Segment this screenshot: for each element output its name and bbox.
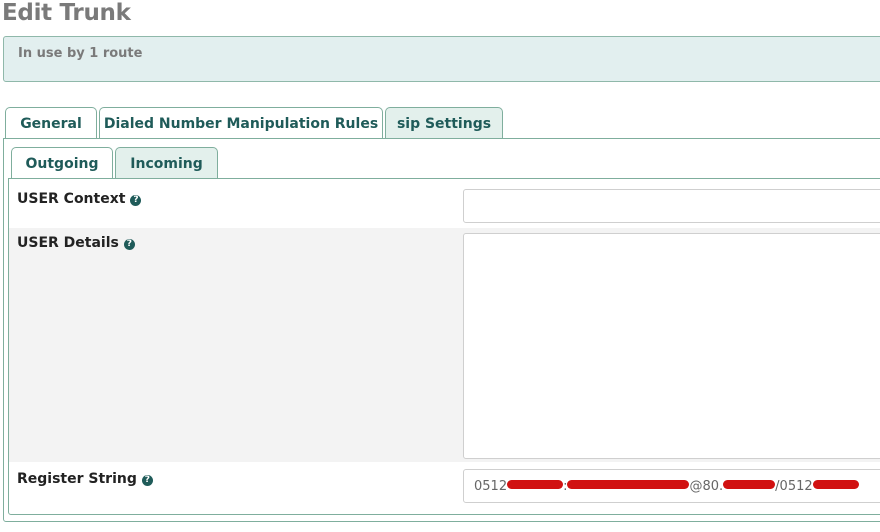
redaction-mark xyxy=(567,480,690,489)
user-context-label-wrap: USER Context? xyxy=(17,191,142,207)
user-context-input[interactable] xyxy=(463,189,880,223)
register-string-row: Register String? 0512: @80./0512 xyxy=(9,464,880,512)
register-string-part: 0512 xyxy=(474,479,508,494)
question-circle-icon[interactable]: ? xyxy=(130,195,142,206)
subtab-incoming[interactable]: Incoming xyxy=(115,147,218,179)
subtab-outgoing[interactable]: Outgoing xyxy=(11,147,113,179)
register-string-label: Register String xyxy=(17,471,137,487)
user-context-label: USER Context xyxy=(17,191,126,207)
question-circle-icon[interactable]: ? xyxy=(141,475,153,486)
redaction-mark xyxy=(723,480,776,489)
user-details-textarea[interactable] xyxy=(463,233,880,459)
route-usage-notice: In use by 1 route xyxy=(3,36,880,82)
route-usage-text: In use by 1 route xyxy=(18,46,143,61)
tab-dialed-number-manipulation-rules[interactable]: Dialed Number Manipulation Rules xyxy=(99,107,383,139)
user-details-label: USER Details xyxy=(17,235,119,251)
user-details-row: USER Details? xyxy=(9,228,880,462)
tab-sip-settings[interactable]: sip Settings xyxy=(385,107,503,139)
register-string-label-wrap: Register String? xyxy=(17,471,153,487)
tab-general[interactable]: General xyxy=(5,107,97,139)
register-string-part: /0512 xyxy=(775,479,813,494)
redaction-mark xyxy=(507,480,564,489)
register-string-input[interactable]: 0512: @80./0512 xyxy=(463,469,880,503)
register-string-part: @80. xyxy=(689,479,724,494)
user-context-row: USER Context? xyxy=(9,181,880,227)
question-circle-icon[interactable]: ? xyxy=(123,239,135,250)
page-title: Edit Trunk xyxy=(2,0,131,26)
register-string-value: 0512: @80./0512 xyxy=(474,479,859,494)
user-details-label-wrap: USER Details? xyxy=(17,235,135,251)
redaction-mark xyxy=(812,480,859,489)
